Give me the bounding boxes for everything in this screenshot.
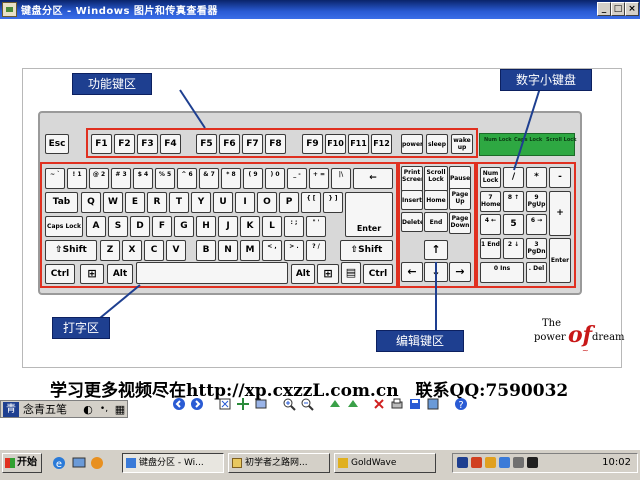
task-keyboard-zones[interactable]: 键盘分区 - Wi...	[122, 453, 224, 473]
callout-editing-zone: 编辑键区	[376, 330, 464, 352]
zoom-out-icon[interactable]	[300, 397, 314, 411]
viewer-task-icon	[126, 458, 136, 468]
delete-icon[interactable]	[372, 397, 386, 411]
folder-task-icon	[232, 458, 242, 468]
rotate-clockwise-icon[interactable]	[328, 397, 342, 411]
svg-text:e: e	[56, 459, 62, 470]
callout-numeric-zone: 数字小键盘	[500, 69, 592, 91]
taskbar: 开始 e 键盘分区 - Wi... 初学者之路网... GoldWave 10:…	[0, 449, 640, 480]
svg-text:?: ?	[458, 400, 463, 411]
previous-image-icon[interactable]	[172, 397, 186, 411]
start-label: 开始	[17, 457, 37, 468]
callout-function-zone: 功能键区	[72, 73, 152, 95]
callout-line-function	[179, 89, 206, 129]
show-desktop-icon[interactable]	[72, 456, 86, 470]
network-tray-icon[interactable]	[485, 457, 496, 468]
actual-size-icon[interactable]	[236, 397, 250, 411]
clock[interactable]: 10:02	[602, 456, 631, 470]
recorder-tray-icon[interactable]	[527, 457, 538, 468]
ime-name[interactable]: 念青五笔	[23, 402, 79, 417]
media-player-icon[interactable]	[90, 456, 104, 470]
viewer-window: 键盘分区 - Windows 图片和传真查看器 _ □ × Num Lock C…	[0, 0, 640, 480]
security-tray-icon[interactable]	[471, 457, 482, 468]
goldwave-task-icon	[338, 458, 348, 468]
task-label-keyboard-zones: 键盘分区 - Wi...	[139, 458, 204, 468]
display-tray-icon[interactable]	[513, 457, 524, 468]
callout-line-numeric	[513, 87, 541, 171]
print-icon[interactable]	[390, 397, 404, 411]
ie-quick-launch-icon[interactable]: e	[52, 456, 66, 470]
rotate-counterclockwise-icon[interactable]	[346, 397, 360, 411]
punctuation-icon[interactable]: •,	[97, 402, 111, 417]
logo-power: power	[534, 332, 566, 343]
save-copy-icon[interactable]	[408, 397, 422, 411]
start-button[interactable]: 开始	[2, 453, 42, 473]
zoom-in-icon[interactable]	[282, 397, 296, 411]
logo-the: The	[542, 318, 562, 329]
task-beginner-site[interactable]: 初学者之路网...	[228, 453, 330, 473]
soft-keyboard-icon[interactable]: ▦	[113, 402, 127, 417]
next-image-icon[interactable]	[190, 397, 204, 411]
help-icon[interactable]: ?	[454, 397, 468, 411]
logo-dream: dream	[592, 332, 625, 343]
task-label-goldwave: GoldWave	[351, 458, 397, 468]
ime-logo-icon[interactable]: 青	[3, 402, 19, 417]
windows-flag-icon	[5, 458, 15, 468]
callout-line-typing	[99, 284, 141, 319]
volume-tray-icon[interactable]	[499, 457, 510, 468]
ime-status-bar[interactable]: 青 念青五笔 ◐ •, ▦	[0, 400, 128, 418]
half-width-moon-icon[interactable]: ◐	[81, 402, 95, 417]
callout-typing-zone: 打字区	[52, 317, 110, 339]
ime-tray-icon[interactable]	[457, 457, 468, 468]
system-tray: 10:02	[452, 453, 638, 473]
edit-image-icon[interactable]	[426, 397, 440, 411]
best-fit-icon[interactable]	[218, 397, 232, 411]
task-label-beginner-site: 初学者之路网...	[245, 458, 308, 468]
logo-signature: ~	[582, 346, 589, 355]
logo-of: of	[568, 322, 593, 348]
slideshow-icon[interactable]	[254, 397, 268, 411]
task-goldwave[interactable]: GoldWave	[334, 453, 436, 473]
power-of-dream-logo: The power of dream ~	[534, 318, 625, 362]
